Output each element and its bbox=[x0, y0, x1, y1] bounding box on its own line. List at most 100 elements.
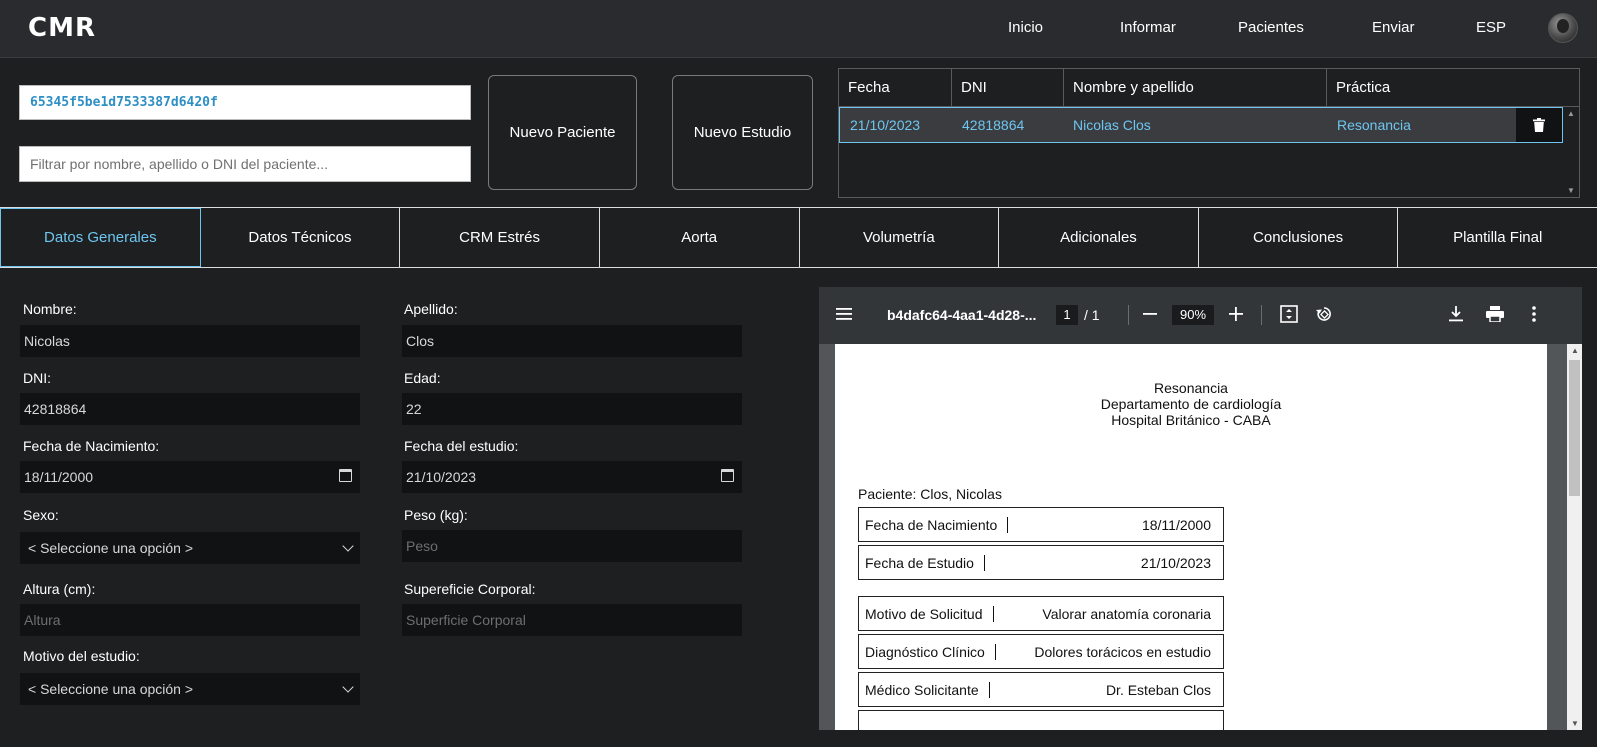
pdf-scroll-thumb[interactable] bbox=[1569, 360, 1580, 496]
rotate-icon[interactable] bbox=[1313, 303, 1335, 325]
col-fecha[interactable]: Fecha bbox=[839, 69, 952, 106]
fecha-nacimiento-label: Fecha de Nacimiento: bbox=[23, 438, 160, 454]
chevron-down-icon bbox=[342, 681, 354, 693]
new-study-button[interactable]: Nuevo Estudio bbox=[672, 75, 813, 190]
menu-icon[interactable] bbox=[833, 303, 855, 325]
new-patient-button[interactable]: Nuevo Paciente bbox=[488, 75, 637, 190]
chevron-down-icon bbox=[342, 540, 354, 552]
tab-crm-estres[interactable]: CRM Estrés bbox=[400, 208, 600, 267]
fit-page-icon[interactable] bbox=[1278, 303, 1300, 325]
more-options-icon[interactable] bbox=[1523, 303, 1545, 325]
sexo-selected: < Seleccione una opción > bbox=[28, 540, 194, 556]
nav-enviar[interactable]: Enviar bbox=[1372, 19, 1415, 36]
motivo-label: Motivo del estudio: bbox=[23, 648, 140, 664]
report-field-key: Fecha de Estudio bbox=[865, 554, 974, 571]
row-practica: Resonancia bbox=[1337, 117, 1411, 133]
tab-datos-generales[interactable]: Datos Generales bbox=[0, 208, 201, 267]
app-logo[interactable]: CMR bbox=[28, 13, 96, 43]
nav-pacientes[interactable]: Pacientes bbox=[1238, 19, 1304, 36]
superficie-label: Supereficie Corporal: bbox=[404, 581, 536, 597]
tab-volumetria[interactable]: Volumetría bbox=[800, 208, 1000, 267]
apellido-label: Apellido: bbox=[404, 301, 458, 317]
scroll-down-icon[interactable]: ▼ bbox=[1571, 719, 1579, 728]
motivo-selected: < Seleccione una opción > bbox=[28, 681, 194, 697]
section-tabs: Datos Generales Datos Técnicos CRM Estré… bbox=[0, 207, 1597, 268]
report-field: Fecha de Estudio 21/10/2023 bbox=[858, 545, 1224, 580]
report-field-key: Motivo de Solicitud bbox=[865, 605, 983, 622]
delete-row-button[interactable] bbox=[1516, 108, 1562, 142]
tab-aorta[interactable]: Aorta bbox=[600, 208, 800, 267]
superficie-input[interactable]: Superficie Corporal bbox=[402, 604, 742, 636]
tab-conclusiones[interactable]: Conclusiones bbox=[1199, 208, 1399, 267]
fecha-estudio-value: 21/10/2023 bbox=[406, 469, 477, 485]
report-field-value: Dolores torácicos en estudio bbox=[1034, 643, 1211, 660]
altura-input[interactable]: Altura bbox=[20, 604, 360, 636]
tab-datos-tecnicos[interactable]: Datos Técnicos bbox=[201, 208, 401, 267]
download-icon[interactable] bbox=[1445, 303, 1467, 325]
scroll-down-icon[interactable]: ▼ bbox=[1567, 186, 1575, 195]
pdf-viewer: b4dafc64-4aa1-4d28-... 1 / 1 90% Resonan… bbox=[819, 287, 1582, 730]
sexo-select[interactable]: < Seleccione una opción > bbox=[20, 532, 360, 564]
row-dni: 42818864 bbox=[962, 117, 1025, 133]
nav-inicio[interactable]: Inicio bbox=[1008, 19, 1043, 36]
nav-language[interactable]: ESP bbox=[1476, 19, 1506, 36]
report-header-title: Resonancia bbox=[1154, 380, 1228, 396]
pdf-page: Resonancia Departamento de cardiología H… bbox=[835, 344, 1547, 730]
scroll-up-icon[interactable]: ▲ bbox=[1567, 109, 1575, 118]
report-field: Diagnóstico Clínico Dolores torácicos en… bbox=[858, 634, 1224, 669]
report-field-value: 18/11/2000 bbox=[1141, 516, 1211, 533]
top-navbar: CMR Inicio Informar Pacientes Enviar ESP bbox=[0, 0, 1597, 58]
scroll-up-icon[interactable]: ▲ bbox=[1571, 346, 1579, 355]
toolbar-divider bbox=[1261, 305, 1262, 325]
table-scrollbar[interactable]: ▲ ▼ bbox=[1563, 107, 1579, 197]
page-number-input[interactable]: 1 bbox=[1056, 305, 1078, 325]
col-practica[interactable]: Práctica bbox=[1327, 69, 1579, 106]
tab-adicionales[interactable]: Adicionales bbox=[999, 208, 1199, 267]
report-field-key: Diagnóstico Clínico bbox=[865, 643, 985, 660]
zoom-out-icon[interactable] bbox=[1139, 303, 1161, 325]
sexo-label: Sexo: bbox=[23, 507, 59, 523]
pdf-scrollbar[interactable]: ▲ ▼ bbox=[1567, 344, 1582, 730]
nombre-input[interactable]: Nicolas bbox=[20, 325, 360, 357]
col-nombre[interactable]: Nombre y apellido bbox=[1064, 69, 1327, 106]
study-id-field[interactable]: 65345f5be1d7533387d6420f bbox=[19, 85, 471, 120]
report-field-value: 21/10/2023 bbox=[1140, 554, 1211, 571]
user-avatar[interactable] bbox=[1548, 13, 1578, 43]
page-total: / 1 bbox=[1084, 307, 1100, 323]
table-row[interactable]: 21/10/2023 42818864 Nicolas Clos Resonan… bbox=[839, 107, 1563, 143]
fecha-estudio-label: Fecha del estudio: bbox=[404, 438, 519, 454]
report-header: Resonancia Departamento de cardiología H… bbox=[835, 380, 1547, 428]
motivo-select[interactable]: < Seleccione una opción > bbox=[20, 673, 360, 705]
report-header-hospital: Hospital Británico - CABA bbox=[1111, 412, 1271, 428]
edad-input[interactable]: 22 bbox=[402, 393, 742, 425]
zoom-in-icon[interactable] bbox=[1225, 303, 1247, 325]
print-icon[interactable] bbox=[1484, 303, 1506, 325]
report-field-key: Fecha de Nacimiento bbox=[865, 516, 998, 533]
report-field-value: Dr. Esteban Clos bbox=[1105, 681, 1211, 698]
zoom-level[interactable]: 90% bbox=[1172, 305, 1214, 325]
pdf-toolbar: b4dafc64-4aa1-4d28-... 1 / 1 90% bbox=[819, 287, 1582, 344]
dni-input[interactable]: 42818864 bbox=[20, 393, 360, 425]
patient-filter-input[interactable] bbox=[19, 146, 471, 182]
calendar-icon[interactable] bbox=[339, 469, 352, 482]
row-nombre: Nicolas Clos bbox=[1073, 117, 1151, 133]
nombre-label: Nombre: bbox=[23, 301, 77, 317]
apellido-input[interactable]: Clos bbox=[402, 325, 742, 357]
fecha-nacimiento-input[interactable]: 18/11/2000 bbox=[20, 461, 360, 493]
col-dni[interactable]: DNI bbox=[952, 69, 1064, 106]
report-field: Fecha de Nacimiento 18/11/2000 bbox=[858, 507, 1224, 542]
trash-icon bbox=[1533, 118, 1545, 132]
altura-label: Altura (cm): bbox=[23, 581, 96, 597]
calendar-icon[interactable] bbox=[721, 469, 734, 482]
report-field-key: Médico Solicitante bbox=[865, 681, 979, 698]
fecha-estudio-input[interactable]: 21/10/2023 bbox=[402, 461, 742, 493]
report-patient: Paciente: Clos, Nicolas bbox=[858, 486, 1002, 502]
nav-informar[interactable]: Informar bbox=[1120, 19, 1176, 36]
patients-table: Fecha DNI Nombre y apellido Práctica 21/… bbox=[838, 68, 1580, 198]
tab-plantilla-final[interactable]: Plantilla Final bbox=[1398, 208, 1597, 267]
edad-label: Edad: bbox=[404, 370, 441, 386]
toolbar-divider bbox=[1128, 305, 1129, 325]
peso-input[interactable]: Peso bbox=[402, 530, 742, 562]
report-header-department: Departamento de cardiología bbox=[1100, 396, 1282, 412]
dni-label: DNI: bbox=[23, 370, 51, 386]
